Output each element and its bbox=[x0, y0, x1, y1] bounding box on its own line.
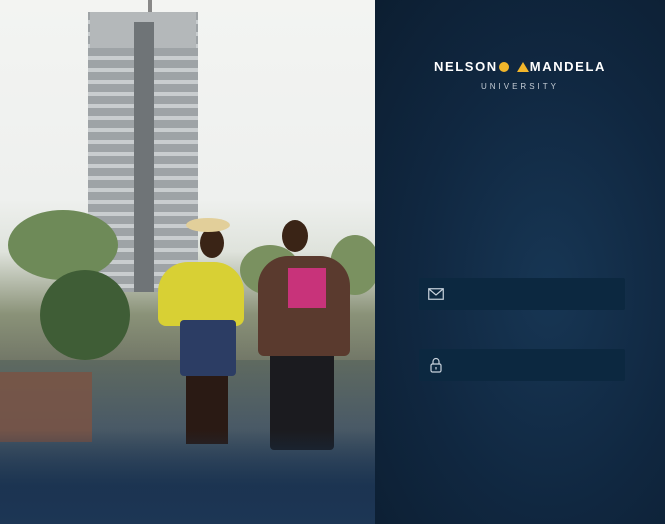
mail-icon bbox=[427, 285, 445, 303]
triangle-icon bbox=[516, 61, 529, 72]
tower-spine bbox=[134, 22, 154, 292]
logo-name-part2: MANDELA bbox=[529, 59, 606, 74]
logo-wordmark: NELSON MANDELA bbox=[434, 59, 606, 74]
email-input[interactable] bbox=[445, 278, 625, 310]
palm-tree bbox=[8, 210, 118, 280]
student-left-head bbox=[200, 228, 224, 258]
logo-subtitle: UNIVERSITY bbox=[480, 82, 559, 91]
student-left-hat bbox=[186, 218, 230, 232]
campus-photo bbox=[0, 0, 375, 524]
student-left-top bbox=[158, 262, 244, 326]
sun-dot-icon bbox=[498, 61, 509, 72]
password-input[interactable] bbox=[445, 349, 625, 381]
student-right-head bbox=[282, 220, 308, 252]
student-left-skirt bbox=[180, 320, 236, 376]
photo-bottom-shade bbox=[0, 430, 375, 524]
login-panel: NELSON MANDELA UNIVERSITY bbox=[375, 0, 665, 524]
password-field[interactable] bbox=[419, 349, 625, 381]
logo-name-part1: NELSON bbox=[434, 59, 498, 74]
email-field[interactable] bbox=[419, 278, 625, 310]
university-logo: NELSON MANDELA UNIVERSITY bbox=[375, 58, 665, 91]
bush bbox=[40, 270, 130, 360]
student-right-top bbox=[288, 268, 326, 308]
lock-icon bbox=[427, 356, 445, 374]
